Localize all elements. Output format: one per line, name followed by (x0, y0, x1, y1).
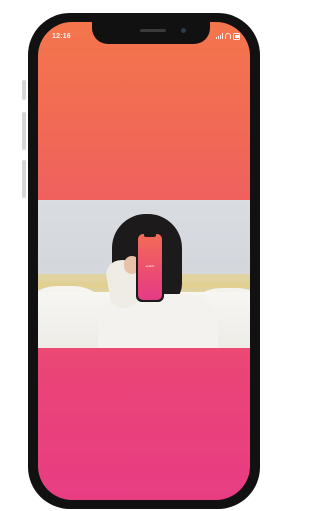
status-time: 12:16 (52, 33, 71, 40)
photo-mini-phone-label: splash (145, 264, 155, 268)
silent-switch (22, 80, 26, 100)
speaker-grille (140, 29, 166, 32)
status-icons (216, 32, 241, 40)
battery-icon (232, 32, 241, 40)
volume-down-button (22, 160, 26, 198)
front-camera-icon (181, 28, 186, 33)
wifi-icon (225, 33, 231, 39)
signal-icon (216, 33, 223, 39)
photo-person-holding-phone: splash (38, 200, 250, 348)
mockup-stage: 12:16 splash (0, 0, 260, 511)
photo-mini-phone-notch (144, 234, 156, 237)
volume-up-button (22, 112, 26, 150)
